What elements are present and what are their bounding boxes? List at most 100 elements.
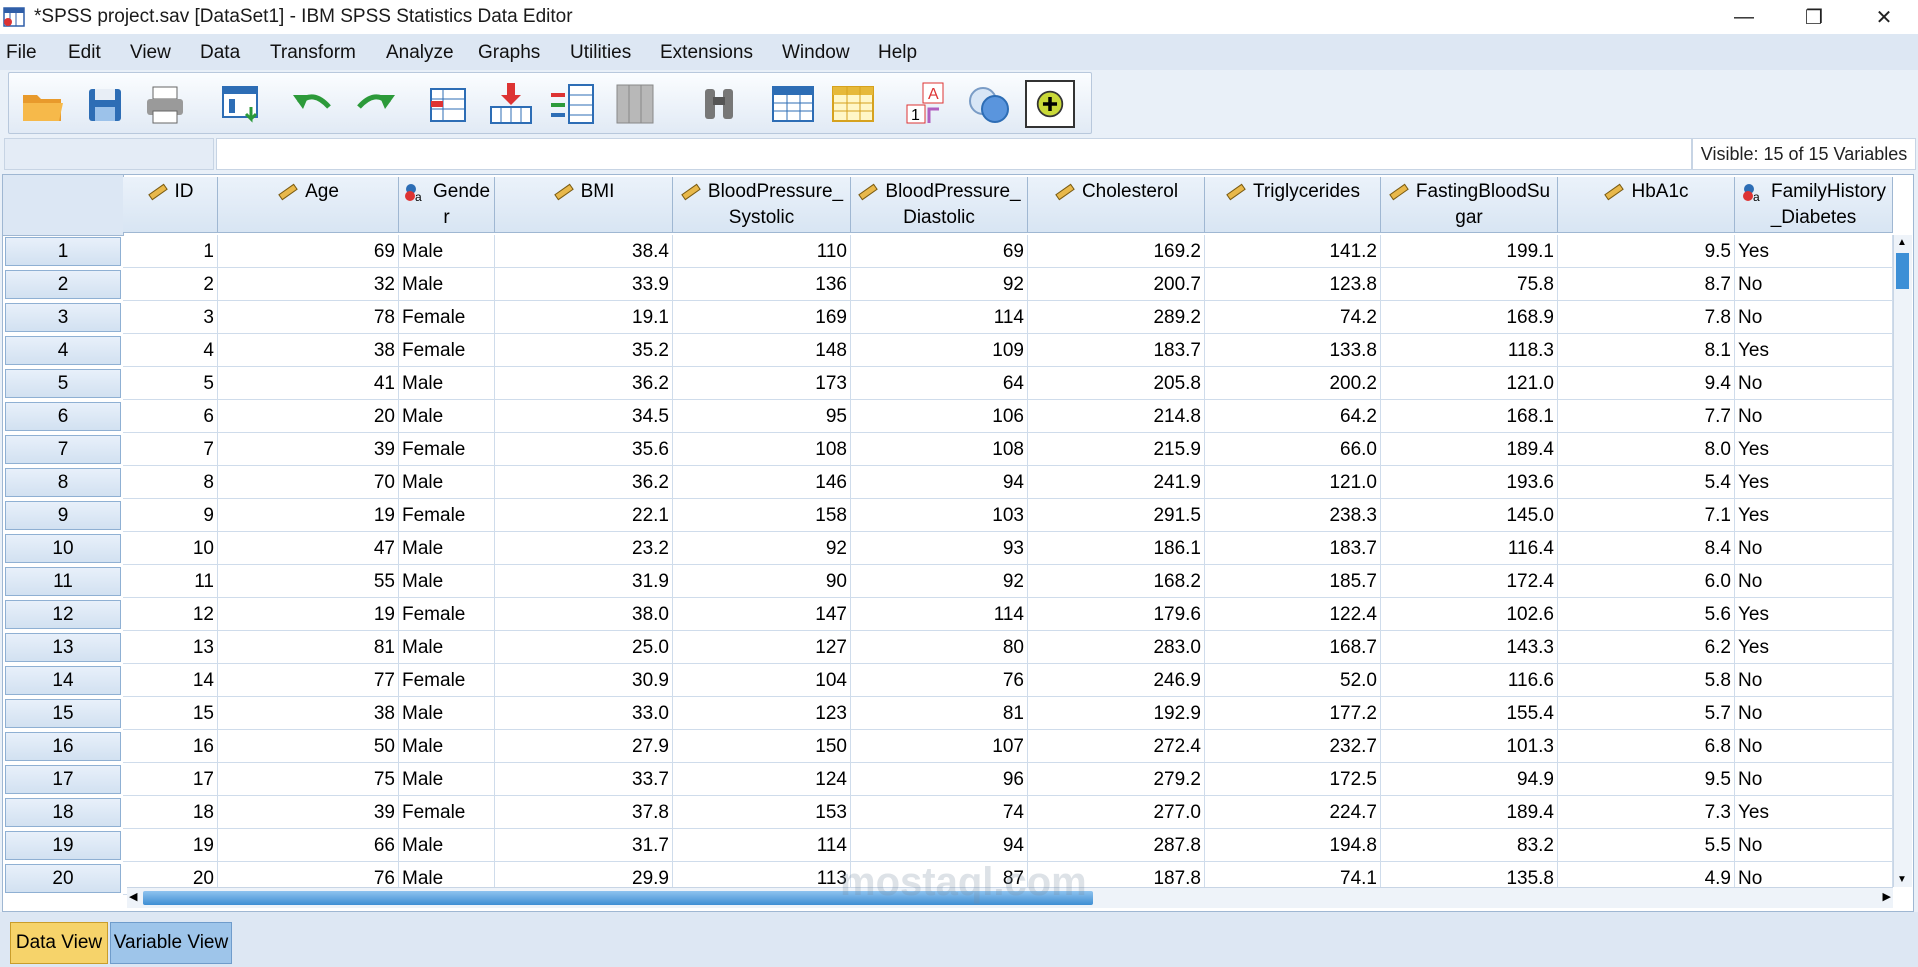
table-cell[interactable]: 189.4: [1381, 433, 1558, 466]
table-cell[interactable]: 41: [218, 367, 399, 400]
menu-graphs[interactable]: Graphs: [478, 42, 540, 64]
row-header[interactable]: 10: [5, 534, 121, 563]
table-cell[interactable]: Male: [399, 730, 495, 763]
table-cell[interactable]: 155.4: [1381, 697, 1558, 730]
table-cell[interactable]: No: [1735, 301, 1893, 334]
table-cell[interactable]: 7.1: [1558, 499, 1735, 532]
table-cell[interactable]: 172.4: [1381, 565, 1558, 598]
table-cell[interactable]: 241.9: [1028, 466, 1205, 499]
table-cell[interactable]: 16: [123, 730, 218, 763]
table-cell[interactable]: 80: [851, 631, 1028, 664]
table-cell[interactable]: 10: [123, 532, 218, 565]
table-cell[interactable]: 93: [851, 532, 1028, 565]
table-cell[interactable]: 5: [123, 367, 218, 400]
row-header[interactable]: 7: [5, 435, 121, 464]
vertical-scroll-thumb[interactable]: [1896, 253, 1909, 289]
table-cell[interactable]: 123: [673, 697, 851, 730]
table-cell[interactable]: No: [1735, 763, 1893, 796]
table-cell[interactable]: 33.9: [495, 268, 673, 301]
table-cell[interactable]: 7.3: [1558, 796, 1735, 829]
table-cell[interactable]: 5.8: [1558, 664, 1735, 697]
table-cell[interactable]: Yes: [1735, 499, 1893, 532]
cell-reference-box[interactable]: [4, 138, 214, 170]
row-header[interactable]: 17: [5, 765, 121, 794]
close-window-button[interactable]: ✕: [1854, 0, 1914, 34]
table-cell[interactable]: 127: [673, 631, 851, 664]
undo-icon[interactable]: [287, 79, 339, 129]
table-cell[interactable]: 199.1: [1381, 235, 1558, 268]
table-cell[interactable]: 94.9: [1381, 763, 1558, 796]
row-header[interactable]: 19: [5, 831, 121, 860]
column-header[interactable]: BloodPressure_ Diastolic: [851, 177, 1028, 233]
grid-corner[interactable]: [3, 175, 124, 236]
row-header[interactable]: 12: [5, 600, 121, 629]
table-cell[interactable]: 238.3: [1205, 499, 1381, 532]
scroll-left-icon[interactable]: ◀: [129, 890, 137, 903]
table-cell[interactable]: 5.7: [1558, 697, 1735, 730]
use-variable-sets-icon[interactable]: [963, 79, 1015, 129]
table-cell[interactable]: 200.2: [1205, 367, 1381, 400]
row-header[interactable]: 4: [5, 336, 121, 365]
scroll-right-icon[interactable]: ▶: [1883, 890, 1891, 903]
table-cell[interactable]: 116.6: [1381, 664, 1558, 697]
variables-icon[interactable]: [547, 79, 599, 129]
table-cell[interactable]: 37.8: [495, 796, 673, 829]
table-cell[interactable]: 8.4: [1558, 532, 1735, 565]
insert-variable-icon[interactable]: [827, 79, 879, 129]
table-cell[interactable]: 7: [123, 433, 218, 466]
table-cell[interactable]: 19.1: [495, 301, 673, 334]
menu-help[interactable]: Help: [878, 42, 917, 64]
menu-view[interactable]: View: [130, 42, 171, 64]
table-cell[interactable]: 186.1: [1028, 532, 1205, 565]
table-cell[interactable]: 17: [123, 763, 218, 796]
table-cell[interactable]: Yes: [1735, 466, 1893, 499]
table-cell[interactable]: Female: [399, 796, 495, 829]
table-cell[interactable]: 92: [851, 565, 1028, 598]
table-cell[interactable]: 39: [218, 433, 399, 466]
table-cell[interactable]: 277.0: [1028, 796, 1205, 829]
table-cell[interactable]: 5.5: [1558, 829, 1735, 862]
table-cell[interactable]: No: [1735, 268, 1893, 301]
table-cell[interactable]: 114: [851, 301, 1028, 334]
row-header[interactable]: 20: [5, 864, 121, 893]
table-cell[interactable]: 32: [218, 268, 399, 301]
column-header[interactable]: FastingBloodSu gar: [1381, 177, 1558, 233]
column-header[interactable]: a Gende r: [399, 177, 495, 233]
restore-button[interactable]: ❐: [1784, 0, 1844, 34]
table-cell[interactable]: 92: [851, 268, 1028, 301]
table-cell[interactable]: 13: [123, 631, 218, 664]
table-cell[interactable]: Female: [399, 499, 495, 532]
row-header[interactable]: 18: [5, 798, 121, 827]
table-cell[interactable]: 81: [851, 697, 1028, 730]
table-cell[interactable]: 9.4: [1558, 367, 1735, 400]
table-cell[interactable]: 74.2: [1205, 301, 1381, 334]
table-cell[interactable]: 81: [218, 631, 399, 664]
table-cell[interactable]: 141.2: [1205, 235, 1381, 268]
table-cell[interactable]: 146: [673, 466, 851, 499]
table-cell[interactable]: 19: [218, 499, 399, 532]
row-header[interactable]: 6: [5, 402, 121, 431]
row-header[interactable]: 3: [5, 303, 121, 332]
table-cell[interactable]: No: [1735, 664, 1893, 697]
column-header[interactable]: BloodPressure_ Systolic: [673, 177, 851, 233]
table-cell[interactable]: 36.2: [495, 466, 673, 499]
table-cell[interactable]: 3: [123, 301, 218, 334]
column-header[interactable]: Triglycerides: [1205, 177, 1381, 233]
table-cell[interactable]: Male: [399, 763, 495, 796]
table-cell[interactable]: 101.3: [1381, 730, 1558, 763]
table-cell[interactable]: 75: [218, 763, 399, 796]
table-cell[interactable]: 148: [673, 334, 851, 367]
table-cell[interactable]: 283.0: [1028, 631, 1205, 664]
table-cell[interactable]: 6: [123, 400, 218, 433]
column-header[interactable]: HbA1c: [1558, 177, 1735, 233]
table-cell[interactable]: 77: [218, 664, 399, 697]
table-cell[interactable]: 2: [123, 268, 218, 301]
table-cell[interactable]: 103: [851, 499, 1028, 532]
goto-variable-icon[interactable]: [485, 79, 537, 129]
table-cell[interactable]: 150: [673, 730, 851, 763]
menu-utilities[interactable]: Utilities: [570, 42, 631, 64]
table-cell[interactable]: 106: [851, 400, 1028, 433]
table-cell[interactable]: 147: [673, 598, 851, 631]
row-header[interactable]: 9: [5, 501, 121, 530]
table-cell[interactable]: 12: [123, 598, 218, 631]
